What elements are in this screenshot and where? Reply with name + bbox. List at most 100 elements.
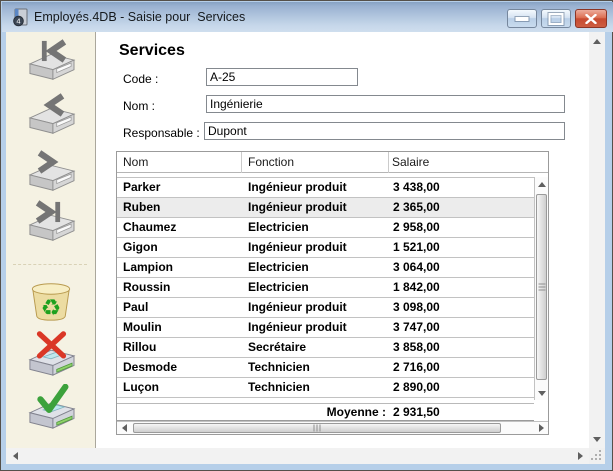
scroll-up-button[interactable]	[535, 177, 548, 191]
cell-fonction: Ingénieur produit	[248, 198, 347, 217]
cell-salaire: 3 438,00	[393, 178, 440, 197]
horizontal-scroll-thumb[interactable]	[133, 423, 501, 433]
thumb-grip-icon	[538, 287, 545, 288]
next-record-button[interactable]	[22, 150, 80, 196]
scroll-right-button[interactable]	[573, 448, 587, 464]
arrow-right-icon	[539, 424, 544, 432]
cell-nom: Lampion	[123, 258, 173, 277]
cell-nom: Gigon	[123, 238, 158, 257]
last-record-button[interactable]	[22, 200, 80, 246]
app-icon-4d[interactable]: 4	[11, 8, 29, 27]
cell-salaire: 3 858,00	[393, 338, 440, 357]
column-header-salaire: Salaire	[392, 155, 429, 169]
arrow-down-icon	[593, 437, 601, 442]
last-record-icon	[22, 200, 80, 246]
cancel-icon	[22, 331, 80, 377]
window: 4 Employés.4DB - Saisie pour Services	[0, 0, 613, 471]
window-horizontal-scrollbar[interactable]	[6, 448, 589, 464]
previous-record-icon	[22, 93, 80, 139]
table-row[interactable]: Lampion Electricien 3 064,00	[117, 258, 534, 278]
minimize-icon	[516, 17, 529, 21]
table-body: Parker Ingénieur produit 3 438,00 Ruben …	[117, 178, 534, 398]
table-row-selected[interactable]: Ruben Ingénieur produit 2 365,00	[117, 198, 534, 218]
scroll-up-button[interactable]	[589, 34, 605, 48]
resize-grip[interactable]	[589, 448, 605, 464]
responsable-input[interactable]	[204, 122, 565, 140]
validate-icon	[22, 384, 80, 430]
table-row[interactable]: Gigon Ingénieur produit 1 521,00	[117, 238, 534, 258]
arrow-down-icon	[538, 391, 546, 396]
column-header-nom: Nom	[123, 155, 148, 169]
cell-fonction: Ingénieur produit	[248, 238, 347, 257]
validate-button[interactable]	[22, 384, 80, 430]
column-header-fonction: Fonction	[248, 155, 294, 169]
cell-fonction: Electricien	[248, 258, 309, 277]
maximize-icon	[549, 13, 564, 25]
cell-salaire: 2 958,00	[393, 218, 440, 237]
table-vertical-scrollbar[interactable]	[534, 177, 548, 400]
arrow-right-icon	[578, 452, 583, 460]
titlebar[interactable]: 4 Employés.4DB - Saisie pour Services	[2, 2, 613, 32]
table-row[interactable]: Moulin Ingénieur produit 3 747,00	[117, 318, 534, 338]
cell-nom: Rillou	[123, 338, 156, 357]
cell-nom: Chaumez	[123, 218, 176, 237]
cell-fonction: Ingénieur produit	[248, 298, 347, 317]
table-row[interactable]: Roussin Electricien 1 842,00	[117, 278, 534, 298]
table-row[interactable]: Luçon Technicien 2 890,00	[117, 378, 534, 398]
window-vertical-scrollbar[interactable]	[589, 32, 605, 448]
first-record-icon	[22, 39, 80, 85]
scroll-right-button[interactable]	[534, 422, 548, 434]
cell-nom: Luçon	[123, 378, 159, 397]
responsable-label: Responsable :	[123, 126, 200, 140]
close-button[interactable]	[575, 9, 607, 28]
cell-fonction: Ingénieur produit	[248, 318, 347, 337]
next-record-icon	[22, 150, 80, 196]
table-header: Nom Fonction Salaire	[117, 152, 548, 173]
cell-salaire: 1 521,00	[393, 238, 440, 257]
moyenne-value: 2 931,50	[393, 405, 440, 419]
window-title: Employés.4DB - Saisie pour Services	[34, 10, 245, 24]
table-row[interactable]: Desmode Technicien 2 716,00	[117, 358, 534, 378]
employee-table: Nom Fonction Salaire Parker Ingénieur pr…	[116, 151, 549, 435]
trash-icon: ♻	[22, 277, 80, 323]
cell-salaire: 2 890,00	[393, 378, 440, 397]
arrow-up-icon	[538, 182, 546, 187]
table-footer: Moyenne : 2 931,50	[117, 404, 534, 421]
table-row[interactable]: Paul Ingénieur produit 3 098,00	[117, 298, 534, 318]
scroll-down-button[interactable]	[535, 386, 548, 400]
cell-salaire: 3 098,00	[393, 298, 440, 317]
maximize-button[interactable]	[541, 9, 571, 28]
cell-salaire: 3 747,00	[393, 318, 440, 337]
cell-salaire: 1 842,00	[393, 278, 440, 297]
table-horizontal-scrollbar[interactable]	[117, 421, 548, 434]
cell-fonction: Electricien	[248, 278, 309, 297]
table-row[interactable]: Rillou Secrétaire 3 858,00	[117, 338, 534, 358]
nom-input[interactable]	[206, 95, 565, 113]
vertical-scroll-thumb[interactable]	[536, 194, 547, 380]
first-record-button[interactable]	[22, 39, 80, 85]
form-heading: Services	[119, 42, 185, 60]
code-input[interactable]	[206, 68, 358, 86]
nom-label: Nom :	[123, 99, 155, 113]
moyenne-label: Moyenne :	[248, 405, 386, 419]
cell-salaire: 2 716,00	[393, 358, 440, 377]
toolbar-separator	[13, 264, 87, 265]
arrow-left-icon	[13, 452, 18, 460]
arrow-up-icon	[593, 39, 601, 44]
code-label: Code :	[123, 72, 158, 86]
scroll-left-button[interactable]	[117, 422, 131, 434]
cell-nom: Moulin	[123, 318, 162, 337]
cell-fonction: Secrétaire	[248, 338, 306, 357]
previous-record-button[interactable]	[22, 93, 80, 139]
scroll-down-button[interactable]	[589, 432, 605, 446]
cancel-button[interactable]	[22, 331, 80, 377]
scroll-left-button[interactable]	[8, 448, 22, 464]
table-row[interactable]: Chaumez Electricien 2 958,00	[117, 218, 534, 238]
cell-nom: Desmode	[123, 358, 177, 377]
minimize-button[interactable]	[507, 9, 537, 28]
cell-salaire: 2 365,00	[393, 198, 440, 217]
arrow-left-icon	[122, 424, 127, 432]
delete-record-button[interactable]: ♻	[22, 277, 80, 323]
table-row[interactable]: Parker Ingénieur produit 3 438,00	[117, 178, 534, 198]
cell-nom: Ruben	[123, 198, 160, 217]
